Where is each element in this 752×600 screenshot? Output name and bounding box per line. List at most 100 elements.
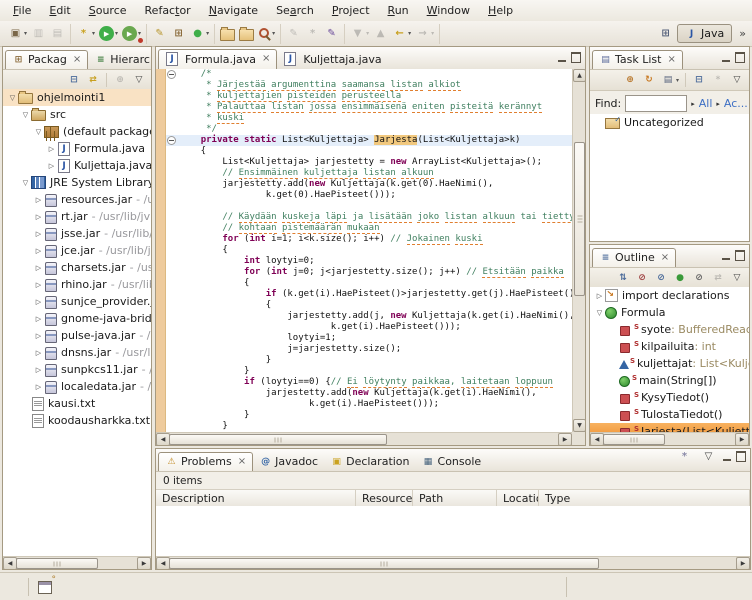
fold-margin[interactable] xyxy=(166,91,179,102)
bottom-tab-problems[interactable]: ⚠Problems× xyxy=(158,452,253,471)
outline-item-tulostatiedot-[interactable]: STulostaTiedot() xyxy=(590,406,749,423)
scroll-left-icon[interactable]: ◀ xyxy=(156,557,170,570)
outline-item-kysytiedot-[interactable]: SKysyTiedot() xyxy=(590,389,749,406)
package-item-charsets-jar[interactable]: ▷charsets.jar- /usr/lib/jvm xyxy=(3,259,151,276)
close-icon[interactable]: × xyxy=(661,254,669,262)
hide-fields-button[interactable]: ⊘ xyxy=(634,270,650,286)
fold-margin[interactable] xyxy=(166,366,179,377)
collapse-arrow-icon[interactable]: ▽ xyxy=(20,179,31,187)
collapse-fold-icon[interactable] xyxy=(167,136,176,145)
scroll-right-icon[interactable]: ▶ xyxy=(137,557,151,570)
outline-item-jarjesta-list-kuljettaja-[interactable]: SJarjesta(List<Kuljettaja>) xyxy=(590,423,749,432)
package-item-kuljettaja-java[interactable]: ▷Kuljettaja.java xyxy=(3,157,151,174)
dropdown-arrow-icon[interactable]: ▾ xyxy=(408,30,411,37)
view-menu-button[interactable]: ▽ xyxy=(131,72,147,88)
editor-tab-kuljettaja-java[interactable]: Kuljettaja.java xyxy=(277,50,387,69)
new-package-button[interactable]: ⊞ xyxy=(170,25,187,42)
fast-view-button[interactable] xyxy=(38,581,52,594)
close-icon[interactable]: × xyxy=(667,56,675,64)
expand-arrow-icon[interactable]: ▸ xyxy=(691,100,695,108)
link-with-editor-button[interactable]: ⇄ xyxy=(85,72,101,88)
menu-search[interactable]: Search xyxy=(267,2,323,19)
fold-margin[interactable] xyxy=(166,190,179,201)
fold-margin[interactable] xyxy=(166,311,179,322)
back-button[interactable]: ←▾ xyxy=(391,25,412,42)
scroll-thumb[interactable] xyxy=(574,142,585,296)
collapse-fold-icon[interactable] xyxy=(167,70,176,79)
dropdown-arrow-icon[interactable]: ▾ xyxy=(676,77,679,84)
scroll-left-icon[interactable]: ◀ xyxy=(3,557,17,570)
package-item-jce-jar[interactable]: ▷jce.jar- /usr/lib/jvm/java xyxy=(3,242,151,259)
menu-source[interactable]: Source xyxy=(80,2,136,19)
synchronize-button[interactable]: ↻ xyxy=(641,72,657,88)
fold-margin[interactable] xyxy=(166,388,179,399)
maximize-icon[interactable] xyxy=(571,52,581,63)
view-tab-outline[interactable]: ≡Outline× xyxy=(592,248,676,267)
fold-margin[interactable] xyxy=(166,102,179,113)
outline-item-syote[interactable]: Ssyote : BufferedReader xyxy=(590,321,749,338)
open-resource-button[interactable] xyxy=(219,25,236,42)
package-item-gnome-java-bridge-jar[interactable]: ▷gnome-java-bridge.jar- xyxy=(3,310,151,327)
fold-margin[interactable] xyxy=(166,157,179,168)
view-tab-hierarc[interactable]: ≡Hierarc xyxy=(88,51,152,69)
expand-arrow-icon[interactable]: ▷ xyxy=(33,247,44,255)
code-text-area[interactable]: /* * Järjestää argumenttina saamansa lis… xyxy=(166,69,572,432)
collapse-all-button[interactable]: ⊟ xyxy=(691,72,707,88)
expand-arrow-icon[interactable]: ▷ xyxy=(33,196,44,204)
fold-margin[interactable] xyxy=(166,300,179,311)
close-icon[interactable]: × xyxy=(262,55,270,63)
scroll-thumb[interactable] xyxy=(169,558,599,569)
bottom-tab-console[interactable]: ▦Console xyxy=(416,453,488,471)
expand-arrow-icon[interactable]: ▷ xyxy=(33,366,44,374)
view-menu-button[interactable]: ▽ xyxy=(700,448,717,465)
package-item-ohjelmointi1[interactable]: ▽ohjelmointi1 xyxy=(3,89,151,106)
package-item-rt-jar[interactable]: ▷rt.jar- /usr/lib/jvm/java- xyxy=(3,208,151,225)
bottom-tab-declaration[interactable]: ▣Declaration xyxy=(324,453,415,471)
package-item-rhino-jar[interactable]: ▷rhino.jar- /usr/lib/jvm/ja xyxy=(3,276,151,293)
package-item-jre-system-library[interactable]: ▽JRE System Library[java-6 xyxy=(3,174,151,191)
view-tab-packag[interactable]: ⊞Packag× xyxy=(5,50,88,69)
fold-margin[interactable] xyxy=(166,278,179,289)
dropdown-arrow-icon[interactable]: ▾ xyxy=(24,30,27,37)
collapse-arrow-icon[interactable]: ▽ xyxy=(7,94,18,102)
fold-margin[interactable] xyxy=(166,168,179,179)
dropdown-arrow-icon[interactable]: ▾ xyxy=(115,30,118,37)
fold-margin[interactable] xyxy=(166,69,179,80)
problems-table-body[interactable] xyxy=(156,506,750,556)
fold-margin[interactable] xyxy=(166,377,179,388)
editor-tab-formula-java[interactable]: Formula.java× xyxy=(158,49,277,69)
expand-arrow-icon[interactable]: ▷ xyxy=(33,213,44,221)
expand-arrow-icon[interactable]: ▷ xyxy=(33,383,44,391)
expand-arrow-icon[interactable]: ▷ xyxy=(33,315,44,323)
collapse-arrow-icon[interactable]: ▽ xyxy=(594,309,605,317)
scroll-right-icon[interactable]: ▶ xyxy=(558,433,572,446)
toolbar-overflow-chevron[interactable]: » xyxy=(736,27,749,40)
fold-margin[interactable] xyxy=(166,201,179,212)
package-item-formula-java[interactable]: ▷Formula.java xyxy=(3,140,151,157)
expand-arrow-icon[interactable]: ▷ xyxy=(33,349,44,357)
last-edit-location-button[interactable]: ✎ xyxy=(323,25,340,42)
fold-margin[interactable] xyxy=(166,333,179,344)
sort-button[interactable]: ⇅ xyxy=(615,270,631,286)
fold-margin[interactable] xyxy=(166,344,179,355)
collapse-arrow-icon[interactable]: ▽ xyxy=(33,128,44,136)
expand-arrow-icon[interactable]: ▷ xyxy=(33,264,44,272)
java-perspective-button[interactable]: J Java xyxy=(677,24,732,43)
expand-arrow-icon[interactable]: ▷ xyxy=(33,230,44,238)
filter-button[interactable]: * xyxy=(676,448,693,465)
dropdown-arrow-icon[interactable]: ▾ xyxy=(272,30,275,37)
new-java-project-button[interactable]: ✎ xyxy=(151,25,168,42)
categorize-button[interactable]: ▤▾ xyxy=(660,72,680,88)
expand-arrow-icon[interactable]: ▷ xyxy=(46,145,57,153)
fold-margin[interactable] xyxy=(166,399,179,410)
fold-margin[interactable] xyxy=(166,421,179,432)
scroll-thumb[interactable] xyxy=(169,434,387,445)
search-button[interactable]: ▾ xyxy=(257,26,276,41)
fold-margin[interactable] xyxy=(166,267,179,278)
menu-refactor[interactable]: Refactor xyxy=(136,2,200,19)
package-item-resources-jar[interactable]: ▷resources.jar- /usr/lib/jv xyxy=(3,191,151,208)
scroll-thumb[interactable] xyxy=(603,434,665,445)
hide-non-public-button[interactable]: ● xyxy=(672,270,688,286)
package-item-sunpkcs11-jar[interactable]: ▷sunpkcs11.jar- /usr/lib/j xyxy=(3,361,151,378)
problems-hscrollbar[interactable]: ◀ ▶ xyxy=(156,556,750,569)
